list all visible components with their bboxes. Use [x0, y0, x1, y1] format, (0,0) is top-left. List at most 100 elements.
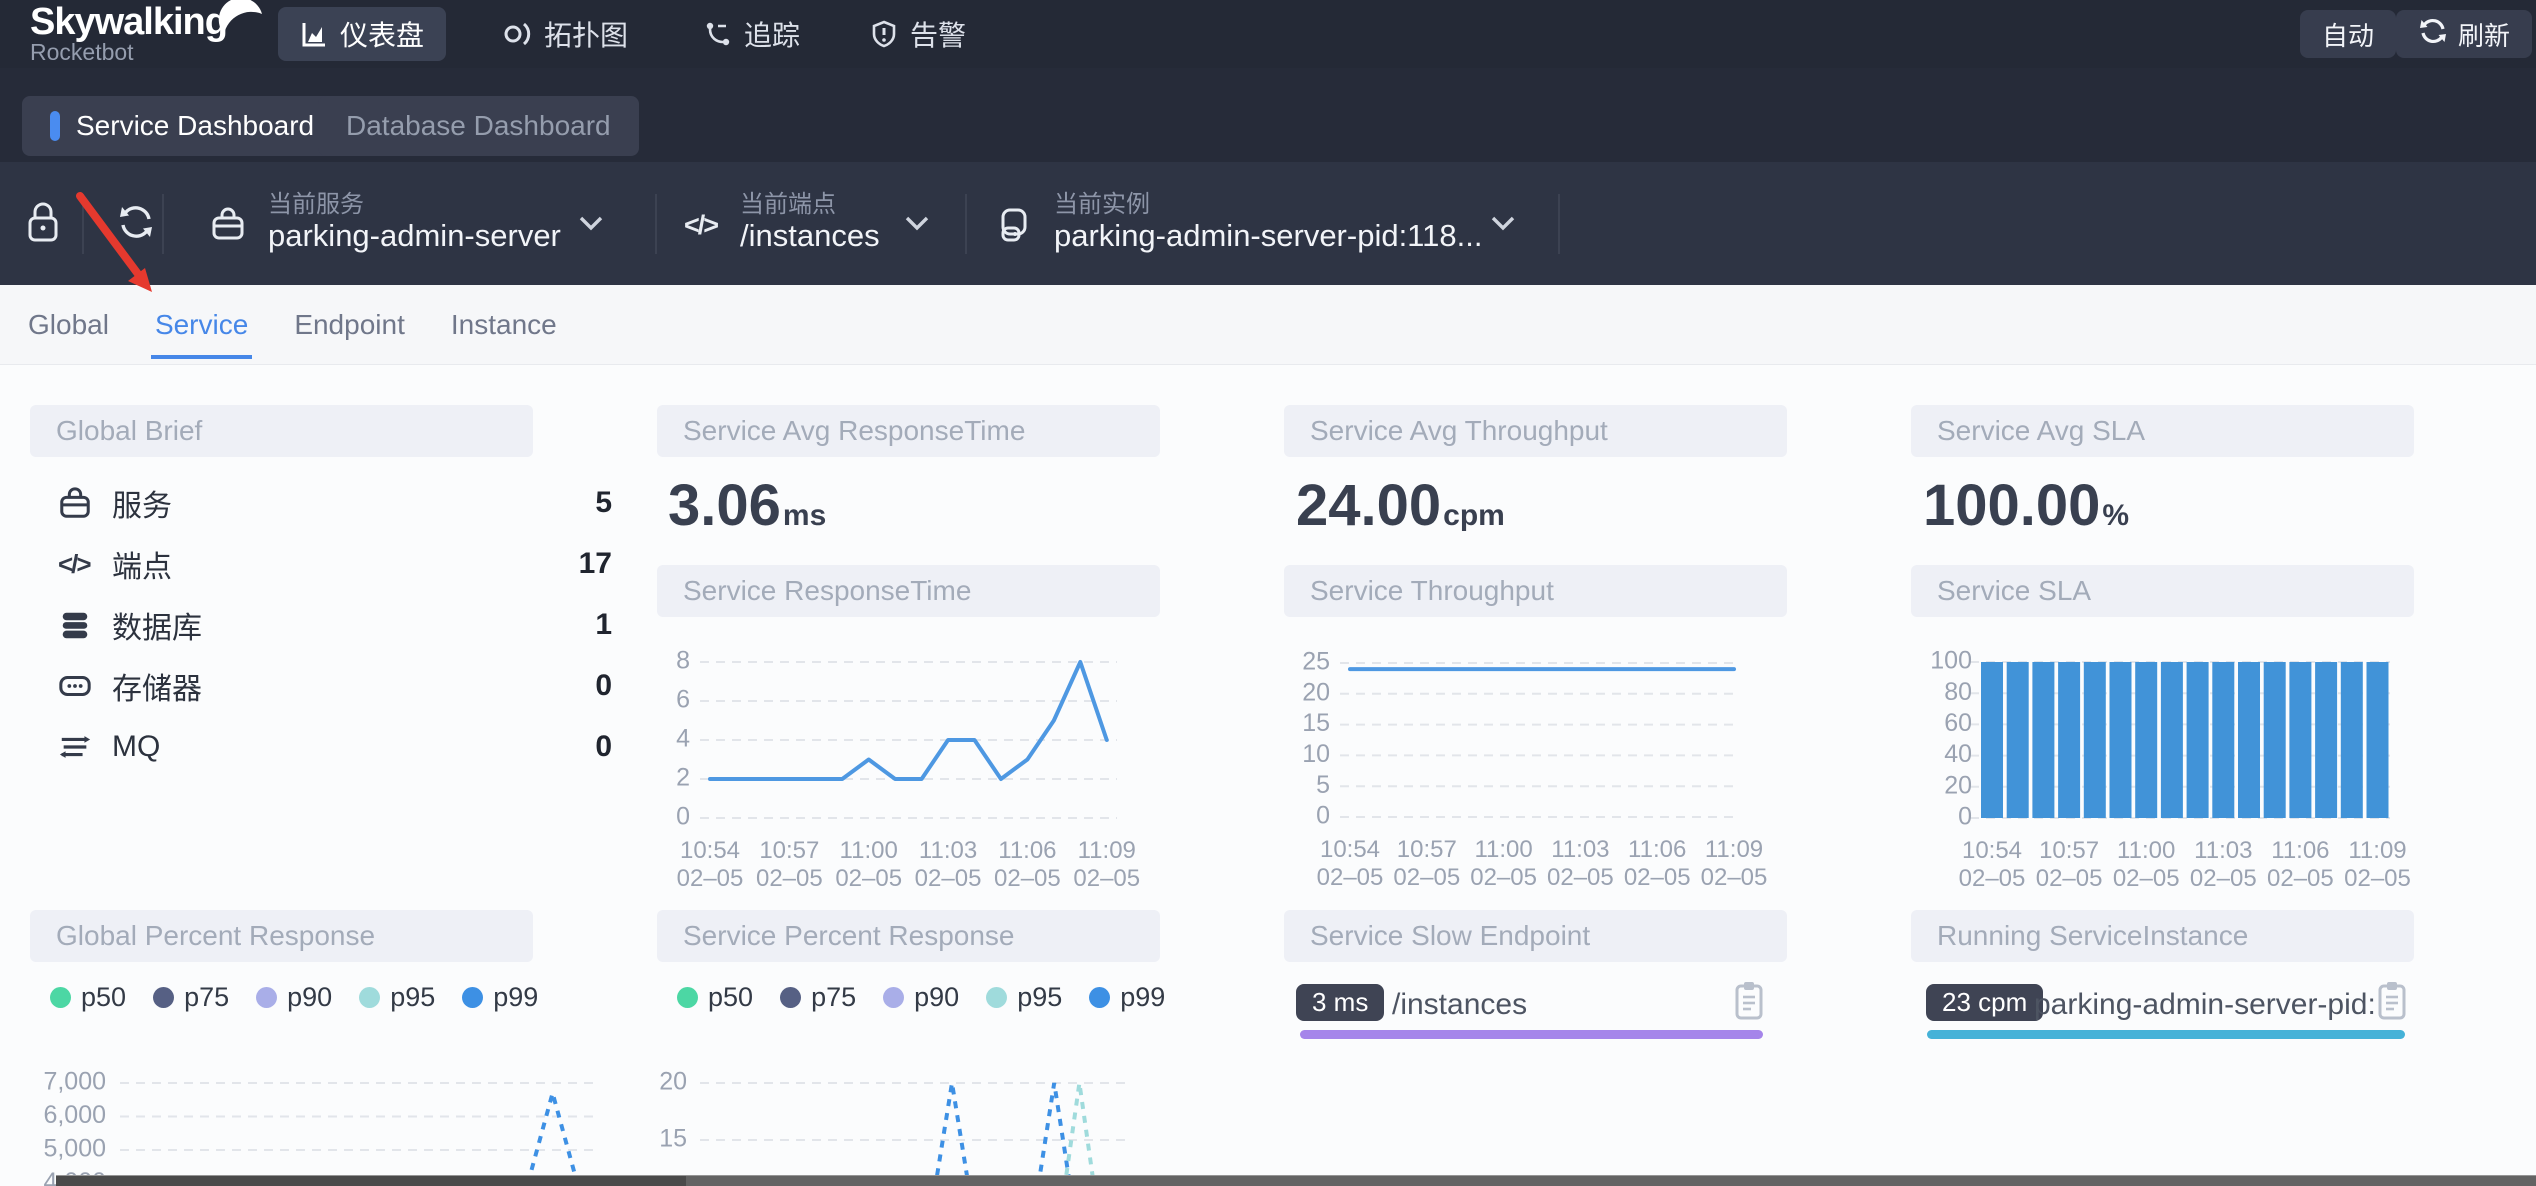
- horizontal-scrollbar[interactable]: [56, 1175, 2536, 1186]
- brief-value: 0: [595, 669, 612, 703]
- scrollbar-thumb[interactable]: [56, 1176, 686, 1186]
- nav-topology[interactable]: 拓扑图: [482, 7, 650, 61]
- service-selector[interactable]: 当前服务 parking-admin-server: [200, 162, 647, 285]
- endpoint-icon: </>: [58, 549, 104, 580]
- card-header-avg-sla: Service Avg SLA: [1911, 405, 2414, 457]
- metric-unit: ms: [783, 499, 826, 533]
- legend-label: p90: [287, 982, 332, 1013]
- selector-value: /instances: [740, 218, 880, 254]
- brief-value: 5: [595, 486, 612, 520]
- legend-dot: [50, 987, 71, 1008]
- tab-instance[interactable]: Instance: [447, 291, 561, 359]
- legend-item-p95[interactable]: p95: [359, 982, 435, 1013]
- nav-label: 告警: [910, 14, 966, 54]
- legend-item-p95[interactable]: p95: [986, 982, 1062, 1013]
- legend-dot: [677, 987, 698, 1008]
- metric-value: 24.00: [1296, 472, 1441, 539]
- card-header-avg-responsetime: Service Avg ResponseTime: [657, 405, 1160, 457]
- brief-row-mq: MQ 0: [58, 727, 612, 767]
- refresh-icon: [2418, 16, 2448, 53]
- instance-name: parking-admin-server-pid:1185...: [2034, 988, 2374, 1022]
- nav-dashboard[interactable]: 仪表盘: [278, 7, 446, 61]
- avg-throughput-value: 24.00 cpm: [1296, 472, 1505, 539]
- selector-label: 当前服务: [268, 184, 364, 219]
- tab-global[interactable]: Global: [24, 291, 113, 359]
- tab-endpoint[interactable]: Endpoint: [290, 291, 409, 359]
- nav-trace[interactable]: 追踪: [682, 7, 822, 61]
- slow-endpoint-name: /instances: [1392, 988, 1527, 1022]
- legend-label: p95: [1017, 982, 1062, 1013]
- selector-bar: 当前服务 parking-admin-server </> 当前端点 /inst…: [0, 162, 2536, 285]
- legend-item-p99[interactable]: p99: [462, 982, 538, 1013]
- tab-service[interactable]: Service: [151, 291, 252, 359]
- trace-icon: [704, 20, 732, 48]
- running-instance-bar: [1927, 1030, 2405, 1039]
- divider: [655, 194, 657, 254]
- refresh-button-label: 刷新: [2458, 16, 2510, 53]
- sync-icon[interactable]: [116, 200, 156, 249]
- metric-value: 100.00: [1923, 472, 2100, 539]
- tab-service-dashboard[interactable]: Service Dashboard: [22, 96, 342, 156]
- auto-refresh-button[interactable]: 自动: [2300, 10, 2396, 58]
- metric-unit: cpm: [1443, 499, 1505, 533]
- legend-dot: [986, 987, 1007, 1008]
- active-tab-pill: [50, 111, 60, 141]
- lock-icon[interactable]: [26, 200, 60, 249]
- legend-item-p75[interactable]: p75: [780, 982, 856, 1013]
- tab-database-dashboard[interactable]: Database Dashboard: [318, 96, 639, 156]
- nav-label: 追踪: [744, 14, 800, 54]
- brief-label: 数据库: [112, 603, 202, 647]
- brief-value: 1: [595, 608, 612, 642]
- refresh-button[interactable]: 刷新: [2396, 10, 2532, 58]
- mq-icon: [58, 730, 104, 764]
- brief-row-database: 数据库 1: [58, 605, 612, 645]
- chevron-down-icon: [1490, 214, 1516, 237]
- dashboard-tab-label: Database Dashboard: [346, 110, 611, 142]
- instance-icon: [998, 206, 1030, 251]
- chevron-down-icon: [904, 214, 930, 237]
- legend-item-p99[interactable]: p99: [1089, 982, 1165, 1013]
- legend-label: p90: [914, 982, 959, 1013]
- slow-endpoint-latency-badge: 3 ms: [1296, 984, 1384, 1021]
- brief-row-endpoint: </> 端点 17: [58, 544, 612, 584]
- selector-label: 当前实例: [1054, 184, 1150, 219]
- card-header-responsetime-chart: Service ResponseTime: [657, 565, 1160, 617]
- brief-value: 0: [595, 730, 612, 764]
- legend-item-p90[interactable]: p90: [256, 982, 332, 1013]
- auto-button-label: 自动: [2322, 16, 2374, 53]
- selector-label: 当前端点: [740, 184, 836, 219]
- legend-label: p95: [390, 982, 435, 1013]
- nav-alarm[interactable]: 告警: [848, 7, 988, 61]
- instance-selector[interactable]: 当前实例 parking-admin-server-pid:118...: [988, 162, 1558, 285]
- card-header-running-instance: Running ServiceInstance: [1911, 910, 2414, 962]
- card-header-avg-throughput: Service Avg Throughput: [1284, 405, 1787, 457]
- service-icon: [210, 206, 246, 247]
- dashboard-icon: [300, 20, 328, 48]
- divider: [162, 194, 164, 254]
- avg-responsetime-value: 3.06 ms: [668, 472, 826, 539]
- card-header-service-percent: Service Percent Response: [657, 910, 1160, 962]
- card-header-sla-chart: Service SLA: [1911, 565, 2414, 617]
- cache-icon: [58, 669, 104, 703]
- selector-value: parking-admin-server: [268, 218, 561, 254]
- legend-item-p50[interactable]: p50: [50, 982, 126, 1013]
- copy-icon[interactable]: [1733, 980, 1765, 1027]
- legend-dot: [1089, 987, 1110, 1008]
- copy-icon[interactable]: [2376, 980, 2408, 1027]
- skywalking-dashboard: Skywalking Rocketbot 仪表盘 拓扑图 追踪: [0, 0, 2536, 1186]
- brief-label: 存储器: [112, 664, 202, 708]
- legend-item-p75[interactable]: p75: [153, 982, 229, 1013]
- endpoint-selector[interactable]: </> 当前端点 /instances: [676, 162, 965, 285]
- top-bar: Skywalking Rocketbot 仪表盘 拓扑图 追踪: [0, 0, 2536, 68]
- legend-item-p50[interactable]: p50: [677, 982, 753, 1013]
- topology-icon: [504, 20, 532, 48]
- divider: [1558, 194, 1560, 254]
- chevron-down-icon: [578, 214, 604, 237]
- avg-sla-value: 100.00 %: [1923, 472, 2129, 539]
- legend-item-p90[interactable]: p90: [883, 982, 959, 1013]
- brief-label: 服务: [112, 481, 172, 525]
- card-header-global-percent: Global Percent Response: [30, 910, 533, 962]
- brief-row-cache: 存储器 0: [58, 666, 612, 706]
- database-icon: [58, 608, 104, 642]
- legend-label: p75: [184, 982, 229, 1013]
